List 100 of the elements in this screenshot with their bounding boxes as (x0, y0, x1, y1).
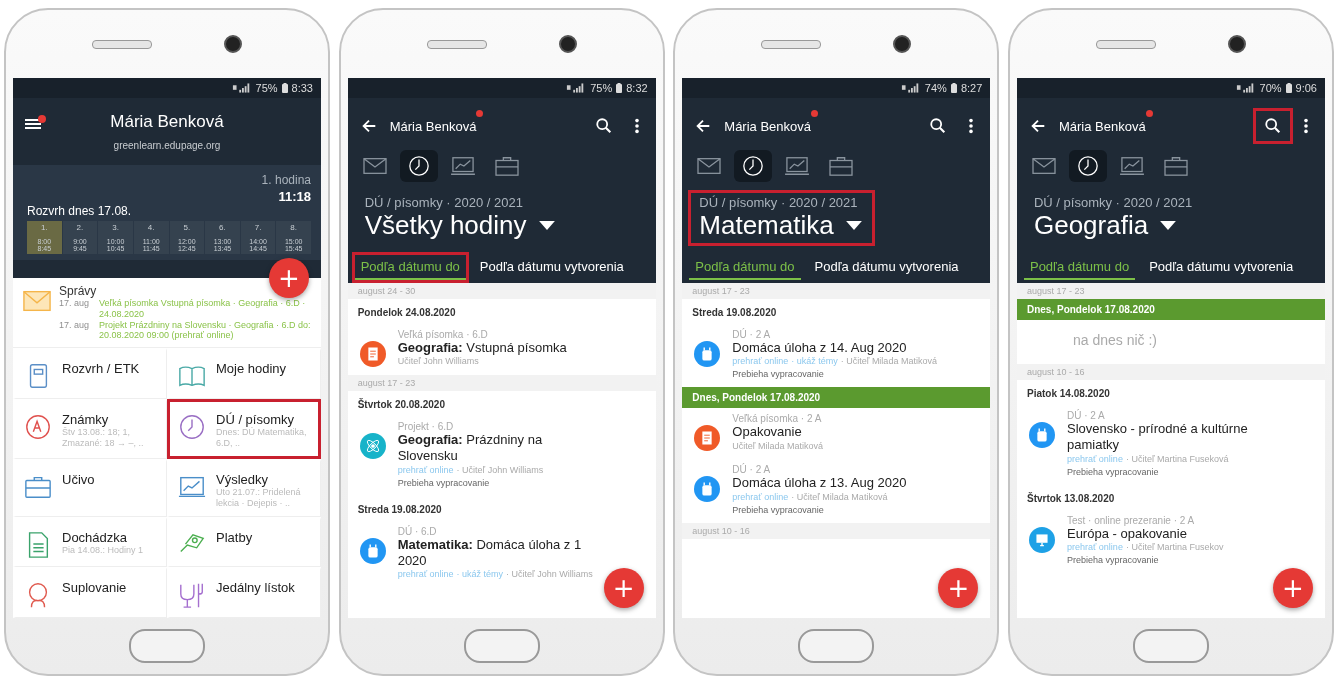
sort-tab[interactable]: Podľa dátumu vytvorenia (470, 252, 633, 283)
item-title[interactable]: Slovensko - prírodné a kultúrne pamiatky (1066, 421, 1275, 454)
lesson-label: 1. hodina (261, 173, 311, 187)
home-button[interactable] (129, 629, 205, 663)
day-heading: Štvrtok 13.08.2020 (1025, 491, 1116, 506)
item-status: Prebieha vypracovanie (1066, 466, 1160, 477)
item-title[interactable]: Geografia: Vstupná písomka (397, 340, 567, 357)
item-status: Prebieha vypracovanie (1066, 554, 1160, 565)
teacher-name: · Učiteľ Martina Fusekov (1125, 541, 1224, 552)
search-icon (594, 117, 613, 135)
week-label: august 17 - 23 (682, 283, 991, 299)
search-icon (1263, 117, 1282, 135)
clock-time: 8:32 (626, 82, 648, 94)
mail-icon (360, 155, 389, 177)
section-tab[interactable] (1068, 150, 1107, 182)
menu-tile[interactable]: Suplovanie (13, 567, 167, 618)
mail-icon (695, 155, 724, 177)
briefcase-icon (827, 155, 856, 177)
speaker-grille (92, 39, 152, 49)
test-badge-icon (1028, 526, 1055, 553)
item-title[interactable]: Domáca úloha z 14. Aug 2020 (732, 340, 937, 357)
day-heading: Piatok 14.08.2020 (1025, 387, 1111, 401)
menu-icon[interactable] (25, 114, 47, 132)
menu-tile[interactable]: Jedálny lístok (167, 567, 321, 618)
speaker-grille (761, 39, 822, 49)
battery-percent: 74% (924, 82, 947, 94)
item-title[interactable]: Geografia: Prázdniny na Slovensku (397, 432, 606, 465)
menu-tile[interactable]: DÚ / písomky Dnes: DÚ Matematika, 6.D, .. (167, 398, 321, 459)
more-options-icon[interactable] (968, 117, 975, 135)
teacher-name: · Učiteľ John Williams (506, 569, 593, 579)
homework-badge-icon (1028, 422, 1055, 448)
day-heading: Štvrtok 20.08.2020 (356, 397, 446, 412)
battery-percent: 75% (255, 82, 278, 94)
subject-picker[interactable]: DÚ / písomky · 2020 / 2021 Všetky hodiny (353, 190, 568, 246)
menu-tile[interactable]: Moje hodiny (167, 348, 321, 399)
sort-tab[interactable]: Podľa dátumu do (1020, 252, 1139, 283)
tile-label: Moje hodiny (216, 361, 287, 377)
more-options-icon[interactable] (633, 117, 640, 135)
sort-tab[interactable]: Podľa dátumu vytvorenia (1140, 252, 1303, 283)
envelope-icon (23, 290, 51, 312)
timetable-title: Rozvrh dnes 17.08. (27, 204, 133, 218)
today-banner: Dnes, Pondelok 17.08.2020 (682, 387, 991, 409)
exam-badge-icon (359, 341, 386, 367)
clock-time: 8:33 (291, 82, 313, 94)
user-name: Mária Benková (389, 118, 477, 134)
tile-detail: Dnes: DÚ Matematika, 6.D, .. (216, 426, 308, 449)
menu-tile[interactable]: Platby (167, 516, 321, 568)
signal-icon (900, 83, 921, 93)
sort-tab[interactable]: Podľa dátumu do (351, 252, 469, 283)
chart-icon (448, 155, 477, 177)
subject-picker[interactable]: DÚ / písomky · 2020 / 2021 Matematika (688, 190, 875, 246)
battery-icon (950, 83, 957, 93)
item-status: Prebieha vypracovanie (732, 369, 825, 380)
tile-label: Učivo (62, 471, 95, 487)
add-button[interactable]: + (269, 258, 309, 298)
homework-badge-icon (694, 341, 721, 367)
dropdown-caret-icon (538, 221, 555, 230)
search-button[interactable] (1252, 108, 1293, 144)
section-tab[interactable] (734, 150, 773, 182)
item-type: DÚ · 6.D (397, 525, 438, 537)
week-label: august 17 - 23 (347, 375, 656, 391)
item-title[interactable]: Európa - opakovanie (1066, 525, 1224, 542)
menu-tile[interactable]: Dochádzka Pia 14.08.: Hodiny 1 (13, 516, 167, 568)
home-button[interactable] (798, 629, 875, 663)
item-title[interactable]: Matematika: Domáca úloha z 1 2020 (397, 536, 593, 569)
teacher-name: Učiteľ John Williams (397, 356, 479, 367)
sort-tab[interactable]: Podľa dátumu do (686, 252, 804, 283)
user-name: Mária Benková (1058, 118, 1146, 134)
camera-lens (558, 35, 577, 53)
item-title[interactable]: Opakovanie (732, 424, 823, 441)
week-label: august 17 - 23 (1016, 283, 1325, 299)
home-button[interactable] (1132, 629, 1209, 663)
menu-tile[interactable]: Učivo (13, 458, 167, 517)
subject-picker[interactable]: DÚ / písomky · 2020 / 2021 Geografia (1022, 190, 1206, 246)
camera-lens (893, 35, 912, 53)
tile-detail: Štv 13.08.: 18; 1, Zmazané: 18 → –, .. (62, 426, 145, 449)
day-heading: Streda 19.08.2020 (356, 502, 443, 517)
item-type: Veľká písomka · 6.D (397, 329, 489, 340)
home-button[interactable] (463, 629, 540, 663)
add-button[interactable]: + (938, 568, 979, 608)
week-label: august 10 - 16 (682, 522, 991, 539)
menu-tile[interactable]: Rozvrh / ETK (13, 348, 167, 399)
item-status: Prebieha vypracovanie (397, 477, 491, 488)
item-type: Veľká písomka · 2 A (732, 413, 823, 425)
tile-label: Suplovanie (62, 580, 127, 596)
menu-tile[interactable]: Známky Štv 13.08.: 18; 1, Zmazané: 18 → –, .. (13, 398, 167, 459)
tile-label: Výsledky (216, 471, 270, 487)
section-tab[interactable] (399, 150, 438, 182)
teacher-name: · Učiteľ Martina Fuseková (1125, 453, 1229, 464)
tile-label: Známky (62, 411, 110, 427)
more-options-icon[interactable] (1302, 117, 1309, 135)
add-button[interactable]: + (603, 568, 644, 608)
sort-tab[interactable]: Podľa dátumu vytvorenia (805, 252, 968, 283)
menu-tile[interactable]: Výsledky Uto 21.07.: Pridelená lekcia · Dejepis · .. (167, 458, 321, 517)
item-title[interactable]: Domáca úloha z 13. Aug 2020 (732, 475, 907, 492)
mail-icon (1029, 155, 1058, 177)
day-heading: Pondelok 24.08.2020 (356, 306, 457, 320)
add-button[interactable]: + (1272, 568, 1313, 608)
battery-icon (1285, 83, 1292, 93)
search-icon (929, 117, 948, 135)
